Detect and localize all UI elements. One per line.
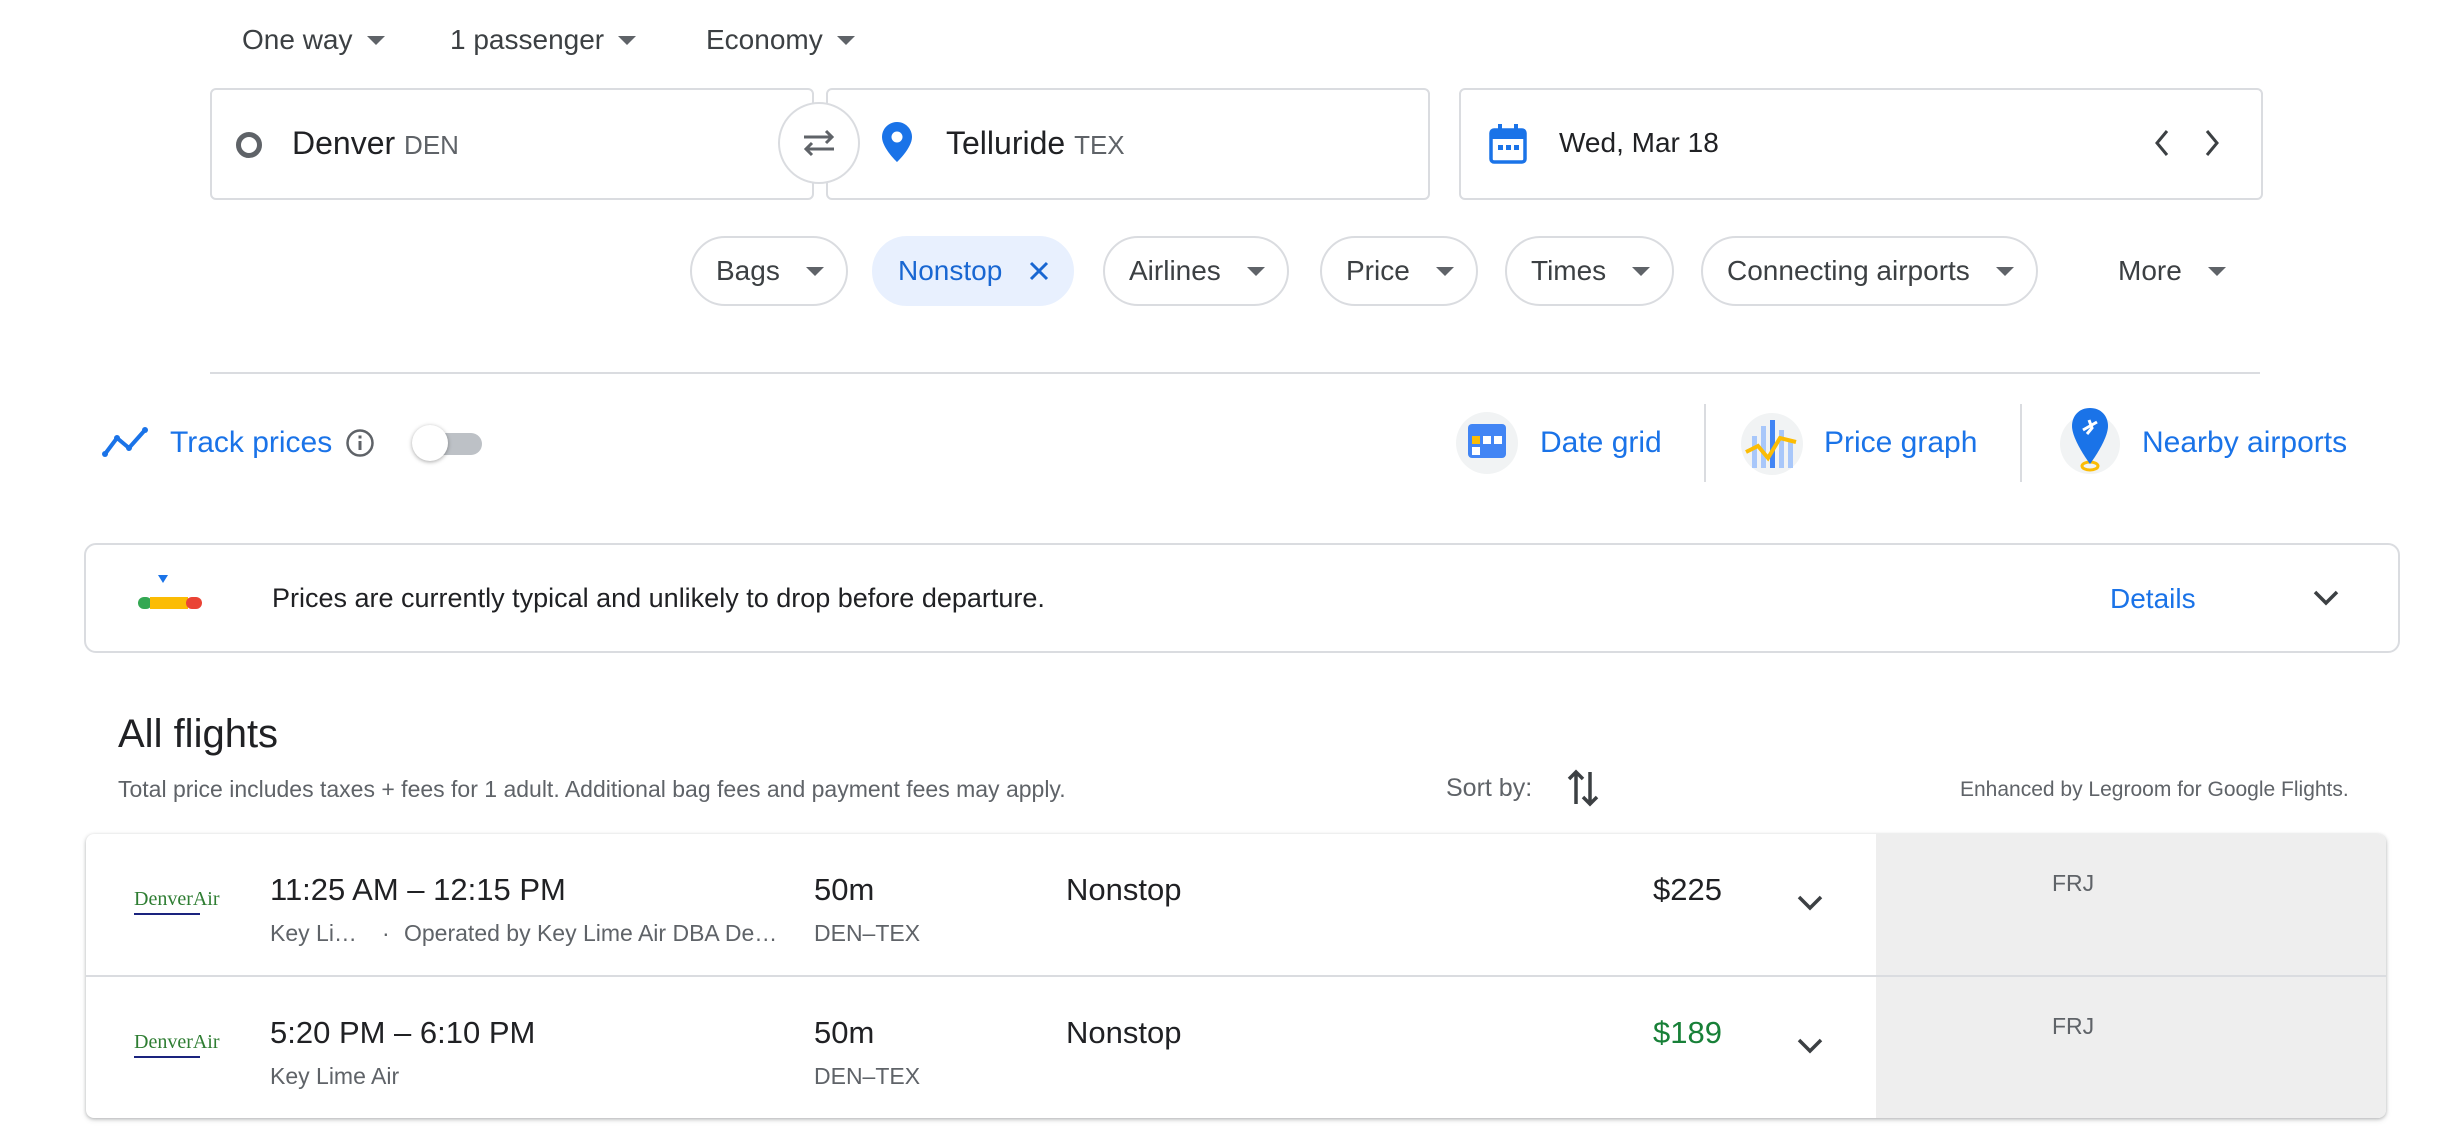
chevron-down-icon bbox=[1995, 266, 2014, 276]
nearby-airports-icon bbox=[2060, 408, 2120, 474]
airline-logo-text: DenverAir bbox=[134, 888, 220, 910]
flight-stops: Nonstop bbox=[1066, 1015, 1182, 1050]
airline-name: Key Lime Air bbox=[270, 1063, 400, 1089]
filter-chip-nonstop[interactable]: Nonstop bbox=[872, 236, 1075, 306]
track-prices-label[interactable]: Track prices bbox=[170, 426, 332, 460]
divider bbox=[1704, 404, 1706, 482]
flight-price: $225 bbox=[1653, 872, 1722, 907]
filter-chip-airlines[interactable]: Airlines bbox=[1103, 236, 1289, 306]
previous-date-button[interactable] bbox=[2153, 128, 2171, 158]
filter-chip-times[interactable]: Times bbox=[1505, 236, 1675, 306]
trend-line-icon bbox=[102, 427, 148, 457]
flight-duration: 50m bbox=[814, 872, 875, 907]
date-value: Wed, Mar 18 bbox=[1559, 127, 1719, 158]
track-prices-toggle[interactable] bbox=[412, 425, 484, 461]
chevron-down-icon bbox=[1246, 266, 1265, 276]
results-title: All flights bbox=[118, 712, 279, 756]
chevron-down-icon bbox=[618, 35, 637, 45]
chevron-down-icon bbox=[1632, 266, 1651, 276]
origin-code: DEN bbox=[404, 130, 459, 160]
swap-button[interactable] bbox=[778, 102, 860, 184]
cabin-select[interactable]: Economy bbox=[706, 24, 855, 56]
divider bbox=[2020, 404, 2022, 482]
expand-chevron-icon[interactable] bbox=[1796, 1037, 1824, 1055]
expand-chevron-icon[interactable] bbox=[1796, 894, 1824, 912]
toggle-thumb bbox=[412, 425, 448, 461]
filter-chip-connecting-airports[interactable]: Connecting airports bbox=[1701, 236, 2038, 306]
filter-chip-label: More bbox=[2118, 255, 2182, 286]
date-grid-button[interactable]: Date grid bbox=[1540, 426, 1662, 460]
calendar-icon bbox=[1489, 124, 1527, 164]
price-insight-card[interactable]: Prices are currently typical and unlikel… bbox=[84, 543, 2400, 653]
chevron-down-icon bbox=[1435, 266, 1454, 276]
flight-route: DEN–TEX bbox=[814, 1063, 921, 1089]
chevron-down-icon[interactable] bbox=[2312, 589, 2340, 607]
airline-logo: DenverAir bbox=[134, 888, 220, 915]
flight-stops: Nonstop bbox=[1066, 872, 1182, 907]
origin-value: Denver DEN bbox=[292, 125, 459, 162]
trip-type-select[interactable]: One way bbox=[242, 24, 385, 56]
info-icon[interactable] bbox=[345, 428, 375, 458]
results-note: Total price includes taxes + fees for 1 … bbox=[118, 776, 1066, 802]
cabin-label: Economy bbox=[706, 24, 823, 55]
chevron-down-icon bbox=[836, 35, 855, 45]
filter-chip-label: Connecting airports bbox=[1727, 255, 1970, 286]
airline-logo: DenverAir bbox=[134, 1031, 220, 1058]
flight-route: DEN–TEX bbox=[814, 920, 921, 946]
price-graph-icon bbox=[1741, 413, 1803, 475]
aircraft-code: FRJ bbox=[2052, 1013, 2095, 1039]
filter-chip-label: Bags bbox=[716, 255, 780, 286]
nearby-airports-button[interactable]: Nearby airports bbox=[2142, 426, 2347, 460]
price-insight-text: Prices are currently typical and unlikel… bbox=[272, 583, 1045, 613]
sort-icon[interactable] bbox=[1566, 768, 1600, 808]
filter-chip-bags[interactable]: Bags bbox=[690, 236, 848, 306]
operated-by: Operated by Key Lime Air DBA De… bbox=[404, 920, 778, 946]
filter-chip-more[interactable]: More bbox=[2092, 236, 2250, 306]
separator-dot: · bbox=[382, 920, 390, 946]
filter-chip-label: Airlines bbox=[1129, 255, 1221, 286]
divider bbox=[210, 372, 2260, 374]
origin-circle-icon bbox=[236, 132, 262, 158]
filter-chip-label: Price bbox=[1346, 255, 1410, 286]
enhanced-by-label: Enhanced by Legroom for Google Flights. bbox=[1960, 778, 2349, 801]
details-link[interactable]: Details bbox=[2110, 583, 2196, 615]
chevron-down-icon bbox=[2207, 266, 2226, 276]
destination-value: Telluride TEX bbox=[946, 125, 1125, 162]
next-date-button[interactable] bbox=[2203, 128, 2221, 158]
flight-row[interactable]: DenverAir 11:25 AM – 12:15 PM Key Li… · … bbox=[86, 834, 2386, 977]
filter-chip-price[interactable]: Price bbox=[1320, 236, 1478, 306]
trip-type-label: One way bbox=[242, 24, 353, 55]
passengers-select[interactable]: 1 passenger bbox=[450, 24, 637, 56]
filter-chip-label: Nonstop bbox=[898, 255, 1003, 286]
destination-code: TEX bbox=[1074, 130, 1125, 160]
date-field[interactable]: Wed, Mar 18 bbox=[1459, 88, 2263, 200]
legroom-panel: FRJ bbox=[1876, 834, 2386, 975]
date-grid-icon bbox=[1456, 412, 1518, 474]
flight-times: 11:25 AM – 12:15 PM bbox=[270, 872, 566, 907]
airline-name: Key Li… bbox=[270, 920, 357, 946]
flight-duration: 50m bbox=[814, 1015, 875, 1050]
origin-field[interactable]: Denver DEN bbox=[210, 88, 814, 200]
airline-logo-text: DenverAir bbox=[134, 1031, 220, 1053]
destination-field[interactable]: Telluride TEX bbox=[826, 88, 1430, 200]
flight-row[interactable]: DenverAir 5:20 PM – 6:10 PM Key Lime Air… bbox=[86, 977, 2386, 1118]
origin-city: Denver bbox=[292, 125, 396, 161]
aircraft-code: FRJ bbox=[2052, 870, 2095, 896]
passengers-label: 1 passenger bbox=[450, 24, 605, 55]
flight-price: $189 bbox=[1653, 1015, 1722, 1050]
filter-chip-label: Times bbox=[1531, 255, 1607, 286]
price-graph-button[interactable]: Price graph bbox=[1824, 426, 1977, 460]
price-level-icon bbox=[138, 575, 202, 609]
flight-times: 5:20 PM – 6:10 PM bbox=[270, 1015, 536, 1050]
destination-city: Telluride bbox=[946, 125, 1066, 161]
location-pin-icon bbox=[882, 122, 912, 162]
swap-arrows-icon bbox=[803, 129, 835, 157]
chevron-down-icon bbox=[805, 266, 824, 276]
chevron-down-icon bbox=[366, 35, 385, 45]
legroom-panel: FRJ bbox=[1876, 977, 2386, 1118]
sort-by-label: Sort by: bbox=[1446, 774, 1533, 802]
flight-list: DenverAir 11:25 AM – 12:15 PM Key Li… · … bbox=[86, 834, 2386, 1118]
clear-filter-icon[interactable] bbox=[1028, 260, 1050, 282]
